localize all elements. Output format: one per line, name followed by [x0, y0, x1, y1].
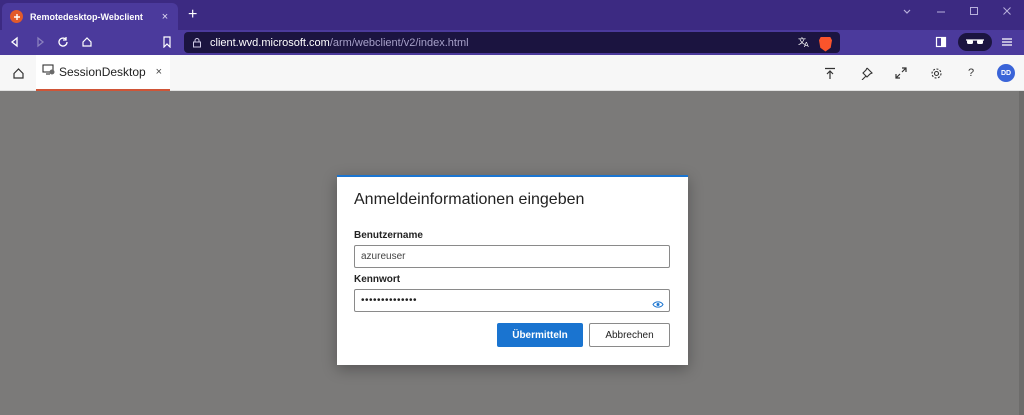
username-value: azureuser [361, 251, 406, 262]
address-bar[interactable]: client.wvd.microsoft.com /arm/webclient/… [184, 32, 840, 53]
password-field[interactable]: •••••••••••••• [354, 289, 670, 312]
maximize-icon[interactable] [969, 6, 979, 19]
home-icon[interactable] [78, 34, 96, 50]
username-label: Benutzername [354, 230, 423, 241]
submit-button[interactable]: Übermitteln [497, 323, 583, 347]
forward-icon[interactable] [31, 34, 49, 50]
fullscreen-icon[interactable] [891, 64, 911, 82]
help-icon[interactable]: ? [961, 64, 981, 82]
translate-icon[interactable]: 文A [798, 35, 811, 53]
sidebar-icon[interactable] [932, 34, 950, 50]
session-tab-label: SessionDesktop [59, 65, 146, 79]
tab-session-desktop[interactable]: SessionDesktop × [36, 55, 170, 91]
session-close-icon[interactable]: × [156, 66, 162, 78]
window-dropdown-icon[interactable] [902, 6, 912, 19]
pin-icon[interactable] [856, 64, 876, 82]
password-value: •••••••••••••• [361, 295, 418, 306]
credentials-dialog: Anmeldeinformationen eingeben Benutzerna… [337, 175, 688, 365]
browser-navbar: client.wvd.microsoft.com /arm/webclient/… [0, 30, 1024, 55]
back-icon[interactable] [6, 34, 24, 50]
close-window-icon[interactable] [1002, 6, 1012, 19]
browser-tab[interactable]: Remotedesktop-Webclient × [2, 3, 178, 30]
brave-shields-icon[interactable] [819, 36, 832, 52]
new-tab-button[interactable]: + [188, 7, 197, 23]
settings-gear-icon[interactable] [926, 64, 946, 82]
upload-icon[interactable] [820, 64, 840, 82]
username-field[interactable]: azureuser [354, 245, 670, 268]
url-host: client.wvd.microsoft.com [210, 36, 330, 49]
url-path: /arm/webclient/v2/index.html [329, 36, 469, 49]
cancel-button[interactable]: Abbrechen [589, 323, 670, 347]
desktop-session-icon [42, 63, 55, 81]
show-password-eye-icon[interactable] [652, 296, 664, 314]
svg-text:A: A [804, 42, 809, 48]
app-toolbar: SessionDesktop × ? DD [0, 55, 1024, 91]
password-label: Kennwort [354, 274, 401, 285]
browser-titlebar: Remotedesktop-Webclient × + [0, 0, 1024, 30]
scrollbar[interactable] [1019, 91, 1024, 415]
lock-icon[interactable] [192, 37, 202, 48]
menu-icon[interactable] [998, 34, 1016, 50]
tab-title: Remotedesktop-Webclient [30, 11, 143, 22]
dialog-title: Anmeldeinformationen eingeben [354, 191, 585, 208]
rdp-favicon-icon [10, 10, 23, 23]
private-window-icon[interactable] [958, 33, 992, 51]
bookmark-icon[interactable] [158, 34, 176, 50]
app-home-icon[interactable] [6, 62, 30, 84]
minimize-icon[interactable] [936, 6, 946, 19]
tab-close-icon[interactable]: × [158, 11, 172, 23]
address-bar-actions: 文A [798, 35, 832, 53]
avatar[interactable]: DD [997, 64, 1015, 82]
reload-icon[interactable] [54, 34, 72, 50]
